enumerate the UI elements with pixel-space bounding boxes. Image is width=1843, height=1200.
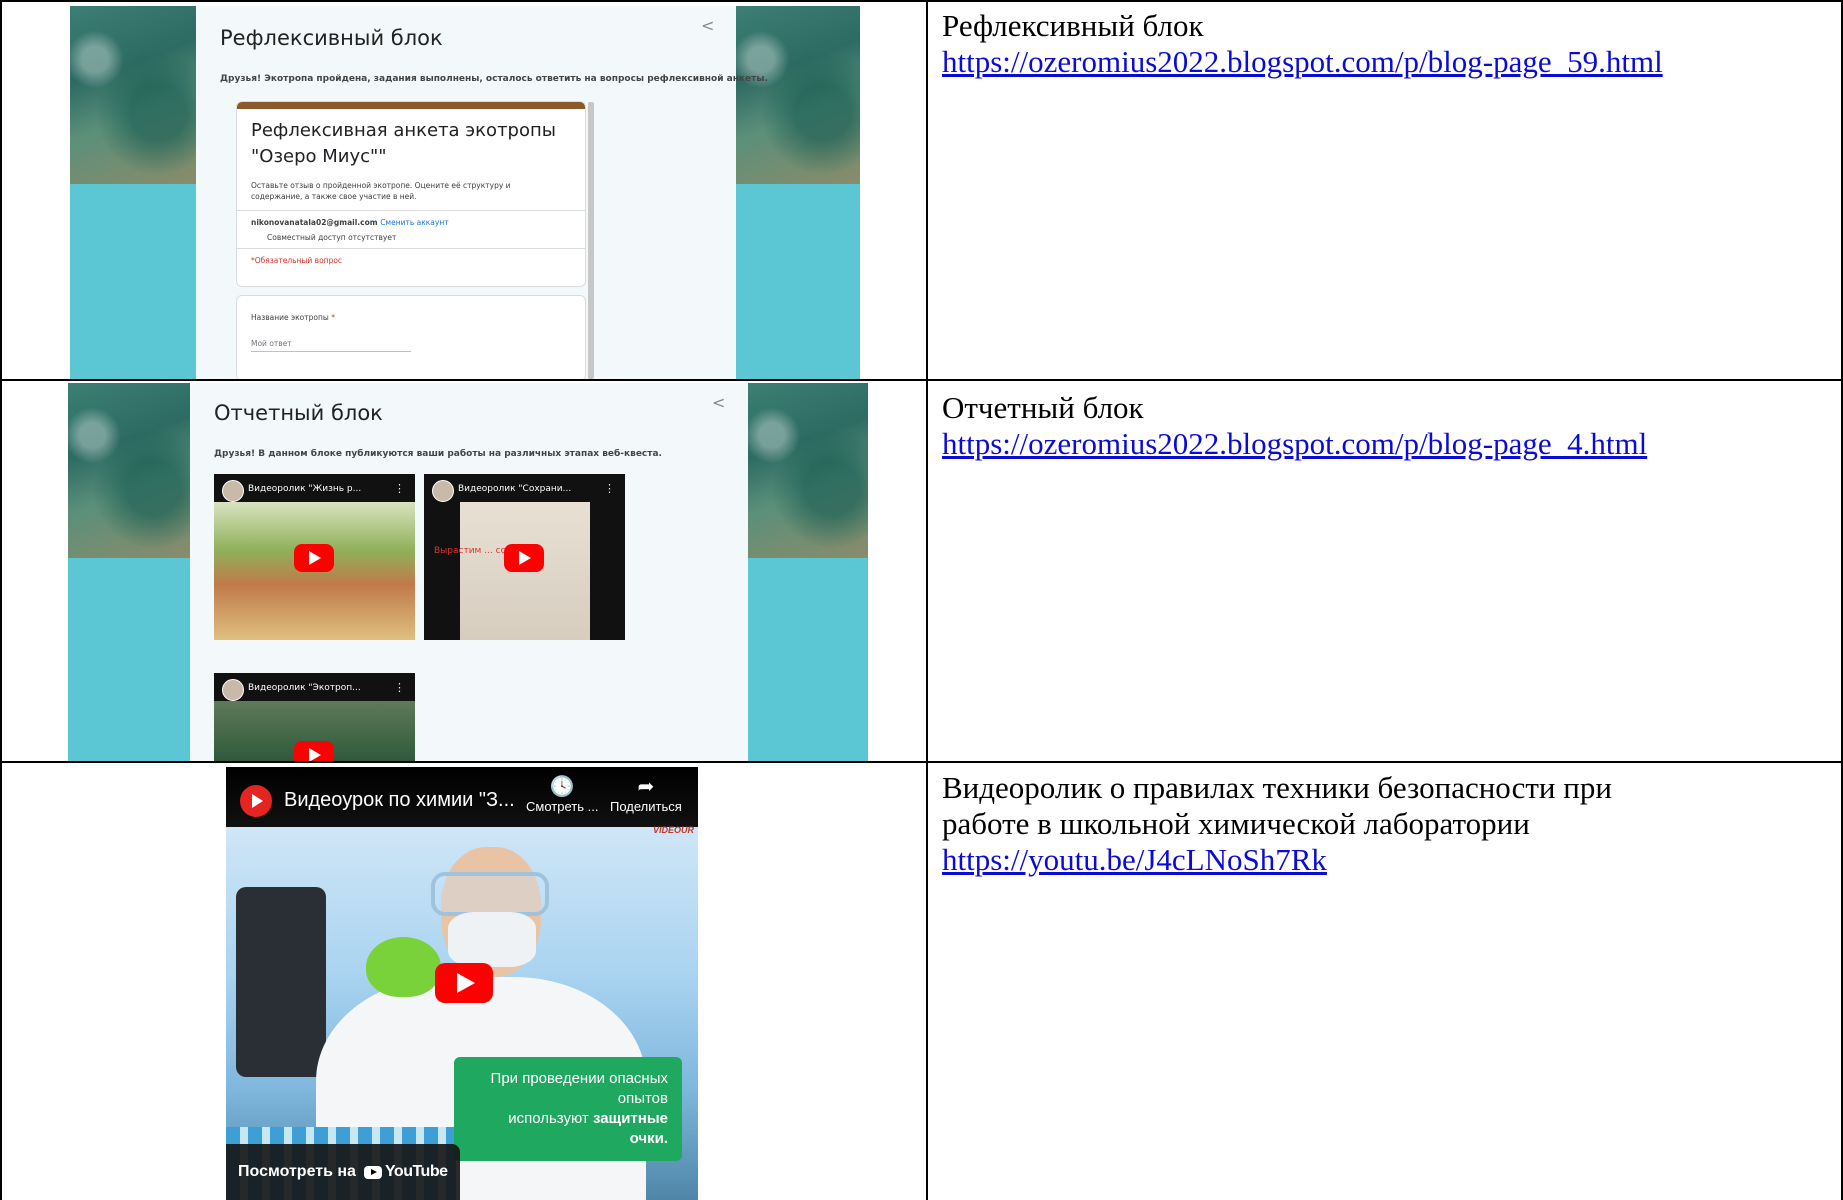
sea-background-left [68, 383, 190, 558]
form-description-line1: Оставьте отзыв о пройденной экотропе. Оц… [251, 181, 511, 190]
page-title: Рефлексивный блок [220, 26, 443, 50]
reflexive-block-link[interactable]: https://ozeromius2022.blogspot.com/p/blo… [942, 44, 1663, 80]
more-options-icon[interactable]: ⋮ [604, 482, 615, 495]
reflexive-block-label: Рефлексивный блок [942, 8, 1204, 43]
table-row-divider-1 [0, 379, 1843, 381]
sea-background-right [748, 383, 868, 558]
reflexive-block-screenshot: Рефлексивный блок < Друзья! Экотропа про… [70, 6, 860, 379]
account-email: nikonovanatala02@gmail.com [251, 218, 378, 227]
channel-avatar [222, 480, 244, 502]
safety-video-description: Видеоролик о правилах техники безопаснос… [942, 770, 1612, 878]
share-icon[interactable]: < [701, 16, 714, 35]
face-mask [448, 912, 536, 967]
video-top-bar: Видеоурок по химии "З... 🕓 Смотреть ... … [226, 767, 698, 827]
share-button[interactable]: ➦ Поделиться [610, 775, 682, 814]
green-flask [366, 937, 441, 997]
table-row-divider-2 [0, 761, 1843, 763]
required-mark: * [331, 313, 335, 322]
report-block-screenshot: Отчетный блок < Друзья! В данном блоке п… [68, 383, 868, 761]
form-description-line2: содержание, а также свое участие в ней. [251, 192, 417, 201]
share-label: Поделиться [610, 799, 682, 814]
video-thumbnail-2[interactable]: Видеоролик "Сохрани... ⋮ Вырастим ... со… [424, 474, 625, 640]
report-block-description: Отчетный блок https://ozeromius2022.blog… [942, 390, 1647, 462]
safety-goggles [431, 872, 549, 916]
channel-logo-icon[interactable] [240, 785, 272, 817]
safety-video-embed[interactable]: Видеоурок по химии "З... 🕓 Смотреть ... … [226, 767, 698, 1200]
watch-later-label: Смотреть ... [526, 799, 599, 814]
reflexive-block-description: Рефлексивный блок https://ozeromius2022.… [942, 8, 1663, 80]
caption-prefix: используют [508, 1110, 593, 1127]
question-label: Название экотропы * [251, 312, 335, 323]
caption-line-1: При проведении опасных опытов [490, 1070, 668, 1107]
video-title[interactable]: Видеоурок по химии "З... [284, 789, 515, 812]
youtube-logo: YouTube [363, 1163, 448, 1181]
report-block-label: Отчетный блок [942, 390, 1144, 425]
report-block-link[interactable]: https://ozeromius2022.blogspot.com/p/blo… [942, 426, 1647, 462]
caption-line-2: используют защитные очки. [468, 1109, 668, 1149]
teal-background-left [70, 184, 196, 379]
play-button-icon[interactable] [294, 544, 334, 572]
channel-avatar [432, 480, 454, 502]
teal-background-right [736, 184, 860, 379]
youtube-wordmark: YouTube [384, 1163, 448, 1180]
form-scrollbar[interactable] [588, 102, 594, 379]
safety-video-link[interactable]: https://youtu.be/J4cLNoSh7Rk [942, 842, 1612, 878]
page-intro: Друзья! В данном блоке публикуются ваши … [214, 449, 662, 459]
safety-video-label-line2: работе в школьной химической лаборатории [942, 806, 1530, 841]
table-border-middle [926, 0, 928, 1200]
table-border-left [0, 0, 2, 1200]
blog-page: Отчетный блок < Друзья! В данном блоке п… [190, 383, 748, 761]
video-title: Видеоролик "Жизнь р... [248, 484, 362, 494]
page-title: Отчетный блок [214, 401, 383, 425]
channel-watermark: VIDEOUR [652, 825, 694, 835]
teal-background-left [68, 558, 190, 761]
youtube-play-icon [363, 1165, 382, 1179]
more-options-icon[interactable]: ⋮ [394, 681, 405, 694]
safety-video-label-line1: Видеоролик о правилах техники безопаснос… [942, 770, 1612, 805]
form-divider [237, 210, 585, 211]
share-icon[interactable]: < [712, 393, 725, 412]
question-label-text: Название экотропы [251, 313, 329, 322]
watch-on-label: Посмотреть на [238, 1163, 356, 1180]
google-form-header-card: Рефлексивная анкета экотропы "Озеро Миус… [236, 101, 586, 287]
account-row: nikonovanatala02@gmail.com Сменить аккау… [251, 217, 449, 228]
video-title: Видеоролик "Сохрани... [458, 484, 572, 494]
play-button-icon[interactable] [504, 544, 544, 572]
watch-on-youtube-button[interactable]: Посмотреть на YouTube [226, 1144, 460, 1200]
share-arrow-icon: ➦ [637, 776, 655, 798]
channel-avatar [222, 679, 244, 701]
required-note: *Обязательный вопрос [251, 256, 343, 265]
play-button-icon[interactable] [294, 741, 334, 761]
question-card: Название экотропы * Мой ответ [236, 295, 586, 379]
table-border-top [0, 0, 1843, 2]
video-thumbnail-1[interactable]: Видеоролик "Жизнь р... ⋮ [214, 474, 415, 640]
microscope [236, 887, 326, 1077]
sea-background-right [736, 6, 860, 184]
form-title-line1: Рефлексивная анкета экотропы [251, 120, 556, 141]
blog-page: Рефлексивный блок < Друзья! Экотропа про… [196, 6, 768, 379]
switch-account-link[interactable]: Сменить аккаунт [380, 218, 448, 227]
sea-background-left [70, 6, 196, 184]
safety-caption: При проведении опасных опытов используют… [454, 1057, 682, 1161]
more-options-icon[interactable]: ⋮ [394, 482, 405, 495]
video-title: Видеоролик "Экотроп... [248, 683, 361, 693]
form-title-line2: "Озеро Миус"" [251, 146, 387, 167]
clock-icon: 🕓 [549, 776, 575, 798]
no-sharing-note: Совместный доступ отсутствует [267, 233, 397, 242]
form-accent-bar [237, 102, 585, 109]
answer-input[interactable]: Мой ответ [251, 338, 411, 352]
page-intro: Друзья! Экотропа пройдена, задания выпол… [220, 74, 768, 84]
caption-bold: защитные очки. [592, 1110, 668, 1147]
teal-background-right [748, 558, 868, 761]
play-button-icon[interactable] [435, 963, 493, 1003]
form-divider-2 [237, 248, 585, 249]
watch-later-button[interactable]: 🕓 Смотреть ... [526, 775, 598, 814]
video-thumbnail-3[interactable]: Видеоролик "Экотроп... ⋮ [214, 673, 415, 761]
